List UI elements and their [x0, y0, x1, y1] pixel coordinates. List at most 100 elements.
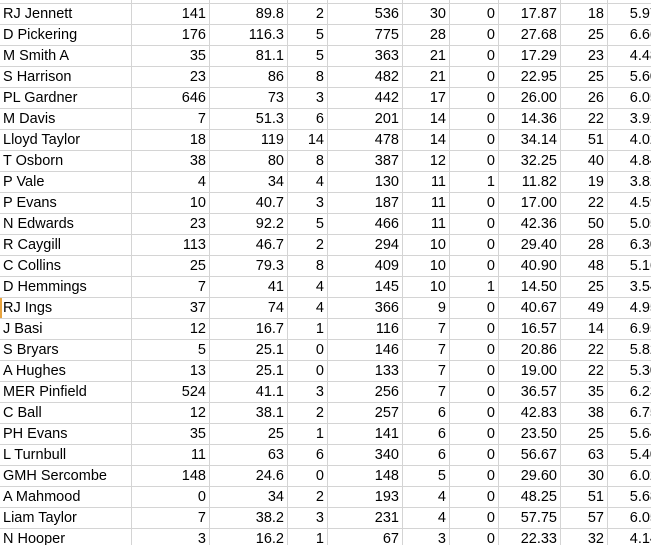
value-cell-4[interactable]: 6 — [402, 444, 450, 466]
value-cell-8[interactable]: 4.84 — [607, 150, 651, 172]
value-cell-3[interactable]: 231 — [327, 507, 403, 529]
value-cell-6[interactable]: 22.33 — [498, 528, 561, 545]
table-row[interactable]: R Caygill11346.7229410029.40286.301-11 — [0, 234, 651, 256]
value-cell-3[interactable]: 340 — [327, 444, 403, 466]
value-cell-0[interactable]: 23 — [131, 213, 210, 235]
value-cell-3[interactable]: 363 — [327, 45, 403, 67]
value-cell-5[interactable]: 0 — [449, 108, 499, 130]
value-cell-6[interactable]: 57.75 — [498, 507, 561, 529]
value-cell-8[interactable]: 5.05 — [607, 213, 651, 235]
value-cell-8[interactable]: 6.02 — [607, 465, 651, 487]
value-cell-6[interactable]: 42.83 — [498, 402, 561, 424]
value-cell-4[interactable]: 12 — [402, 150, 450, 172]
value-cell-5[interactable]: 0 — [449, 255, 499, 277]
value-cell-8[interactable]: 6.30 — [607, 234, 651, 256]
data-table[interactable]: RJ Jennett14189.8253630017.87185.974-39 D… — [0, 0, 651, 545]
value-cell-7[interactable]: 38 — [560, 402, 608, 424]
value-cell-2[interactable]: 8 — [287, 150, 328, 172]
value-cell-7[interactable]: 14 — [560, 318, 608, 340]
value-cell-2[interactable]: 1 — [287, 528, 328, 545]
value-cell-4[interactable]: 6 — [402, 402, 450, 424]
value-cell-0[interactable]: 646 — [131, 87, 210, 109]
value-cell-2[interactable]: 2 — [287, 3, 328, 25]
value-cell-0[interactable]: 113 — [131, 234, 210, 256]
value-cell-6[interactable]: 16.57 — [498, 318, 561, 340]
value-cell-5[interactable]: 0 — [449, 402, 499, 424]
value-cell-1[interactable]: 34 — [209, 171, 288, 193]
value-cell-0[interactable]: 37 — [131, 297, 210, 319]
value-cell-2[interactable]: 5 — [287, 24, 328, 46]
value-cell-7[interactable]: 19 — [560, 171, 608, 193]
value-cell-5[interactable]: 0 — [449, 528, 499, 545]
value-cell-8[interactable]: 6.66 — [607, 24, 651, 46]
value-cell-4[interactable]: 14 — [402, 129, 450, 151]
value-cell-6[interactable]: 17.29 — [498, 45, 561, 67]
value-cell-4[interactable]: 17 — [402, 87, 450, 109]
table-row[interactable]: N Hooper316.21673022.33324.142-26 — [0, 528, 651, 545]
value-cell-1[interactable]: 38.1 — [209, 402, 288, 424]
table-row[interactable]: RJ Jennett14189.8253630017.87185.974-39 — [0, 3, 651, 25]
value-cell-6[interactable]: 56.67 — [498, 444, 561, 466]
value-cell-1[interactable]: 24.6 — [209, 465, 288, 487]
value-cell-6[interactable]: 23.50 — [498, 423, 561, 445]
table-row[interactable]: GMH Sercombe14824.601485029.60306.021-2 — [0, 465, 651, 487]
value-cell-0[interactable]: 0 — [131, 486, 210, 508]
value-cell-6[interactable]: 20.86 — [498, 339, 561, 361]
value-cell-6[interactable]: 14.36 — [498, 108, 561, 130]
value-cell-3[interactable]: 409 — [327, 255, 403, 277]
value-cell-5[interactable]: 0 — [449, 360, 499, 382]
value-cell-3[interactable]: 133 — [327, 360, 403, 382]
value-cell-3[interactable]: 130 — [327, 171, 403, 193]
value-cell-7[interactable]: 22 — [560, 360, 608, 382]
value-cell-8[interactable]: 6.05 — [607, 87, 651, 109]
value-cell-5[interactable]: 0 — [449, 297, 499, 319]
value-cell-1[interactable]: 41.1 — [209, 381, 288, 403]
value-cell-6[interactable]: 11.82 — [498, 171, 561, 193]
value-cell-6[interactable]: 26.00 — [498, 87, 561, 109]
value-cell-2[interactable]: 3 — [287, 87, 328, 109]
value-cell-0[interactable]: 25 — [131, 255, 210, 277]
value-cell-1[interactable]: 80 — [209, 150, 288, 172]
value-cell-2[interactable]: 5 — [287, 45, 328, 67]
value-cell-7[interactable]: 40 — [560, 150, 608, 172]
player-name-cell[interactable]: L Turnbull — [0, 444, 132, 466]
value-cell-2[interactable]: 5 — [287, 213, 328, 235]
value-cell-2[interactable]: 2 — [287, 234, 328, 256]
value-cell-8[interactable]: 6.23 — [607, 381, 651, 403]
table-row[interactable]: P Evans1040.7318711017.00224.594-34 — [0, 192, 651, 214]
value-cell-7[interactable]: 25 — [560, 276, 608, 298]
table-row[interactable]: L Turnbull116363406056.67635.402-5 — [0, 444, 651, 466]
value-cell-0[interactable]: 13 — [131, 360, 210, 382]
player-name-cell[interactable]: RJ Ings — [0, 297, 132, 319]
value-cell-5[interactable]: 0 — [449, 444, 499, 466]
value-cell-3[interactable]: 145 — [327, 276, 403, 298]
value-cell-5[interactable]: 0 — [449, 150, 499, 172]
value-cell-0[interactable]: 148 — [131, 465, 210, 487]
value-cell-2[interactable]: 8 — [287, 66, 328, 88]
value-cell-8[interactable]: 5.97 — [607, 3, 651, 25]
table-row[interactable]: MER Pinfield52441.132567036.57356.231-1 — [0, 381, 651, 403]
value-cell-4[interactable]: 4 — [402, 507, 450, 529]
value-cell-1[interactable]: 63 — [209, 444, 288, 466]
value-cell-2[interactable]: 1 — [287, 318, 328, 340]
value-cell-1[interactable]: 86 — [209, 66, 288, 88]
table-row[interactable]: PL Gardner64673344217026.00266.053-8 — [0, 87, 651, 109]
value-cell-4[interactable]: 10 — [402, 276, 450, 298]
value-cell-4[interactable]: 30 — [402, 3, 450, 25]
value-cell-1[interactable]: 34 — [209, 486, 288, 508]
value-cell-8[interactable]: 4.14 — [607, 528, 651, 545]
table-row[interactable]: D Hemmings741414510114.50253.545-18 — [0, 276, 651, 298]
value-cell-7[interactable]: 49 — [560, 297, 608, 319]
table-row[interactable]: S Harrison2386848221022.95255.603-10 — [0, 66, 651, 88]
value-cell-5[interactable]: 0 — [449, 465, 499, 487]
value-cell-3[interactable]: 116 — [327, 318, 403, 340]
value-cell-6[interactable]: 36.57 — [498, 381, 561, 403]
player-name-cell[interactable]: PL Gardner — [0, 87, 132, 109]
value-cell-8[interactable]: 5.40 — [607, 444, 651, 466]
value-cell-0[interactable]: 23 — [131, 66, 210, 88]
value-cell-7[interactable]: 25 — [560, 24, 608, 46]
value-cell-3[interactable]: 201 — [327, 108, 403, 130]
value-cell-1[interactable]: 16.7 — [209, 318, 288, 340]
value-cell-0[interactable]: 35 — [131, 45, 210, 67]
value-cell-7[interactable]: 51 — [560, 129, 608, 151]
